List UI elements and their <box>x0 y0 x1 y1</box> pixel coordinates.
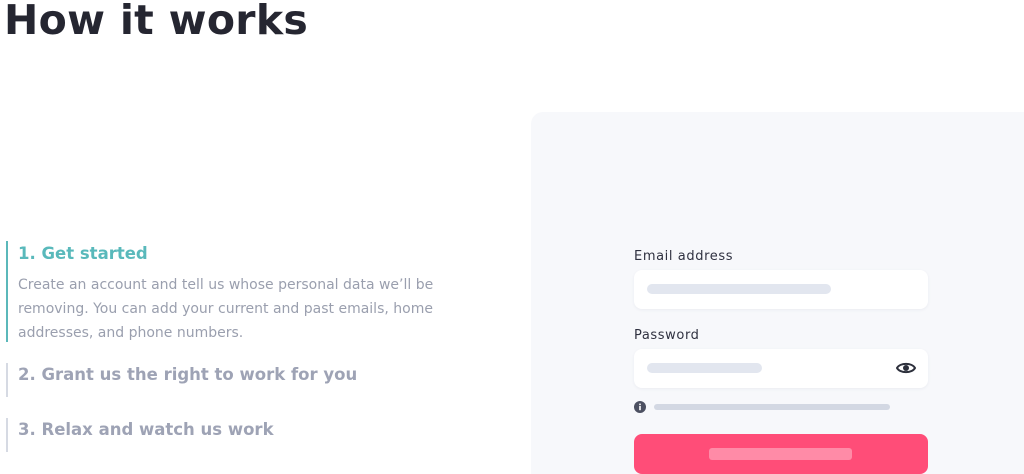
submit-button[interactable] <box>634 434 928 474</box>
password-label: Password <box>634 328 700 343</box>
email-label: Email address <box>634 249 734 264</box>
step-title: 3. Relax and watch us work <box>18 420 274 439</box>
password-field[interactable] <box>634 349 928 388</box>
step-get-started[interactable]: 1. Get started Create an account and tel… <box>6 241 476 342</box>
step-relax[interactable]: 3. Relax and watch us work <box>6 418 274 452</box>
signup-form-panel: Email address Password <box>531 112 1024 474</box>
info-icon <box>634 401 646 413</box>
step-title: 1. Get started <box>18 244 148 263</box>
step-grant-rights[interactable]: 2. Grant us the right to work for you <box>6 363 357 397</box>
how-it-works-section: How it works 1. Get started Create an ac… <box>0 0 1024 474</box>
password-strength-bar <box>654 404 890 410</box>
page-title: How it works <box>4 0 309 44</box>
password-strength <box>634 401 894 413</box>
step-description: Create an account and tell us whose pers… <box>18 277 434 341</box>
email-field[interactable] <box>634 270 928 309</box>
steps-list: 1. Get started Create an account and tel… <box>6 241 476 452</box>
eye-icon[interactable] <box>896 360 916 376</box>
password-placeholder-skeleton <box>647 363 762 373</box>
step-title: 2. Grant us the right to work for you <box>18 365 358 384</box>
submit-label-skeleton <box>709 448 852 460</box>
email-placeholder-skeleton <box>647 284 831 294</box>
